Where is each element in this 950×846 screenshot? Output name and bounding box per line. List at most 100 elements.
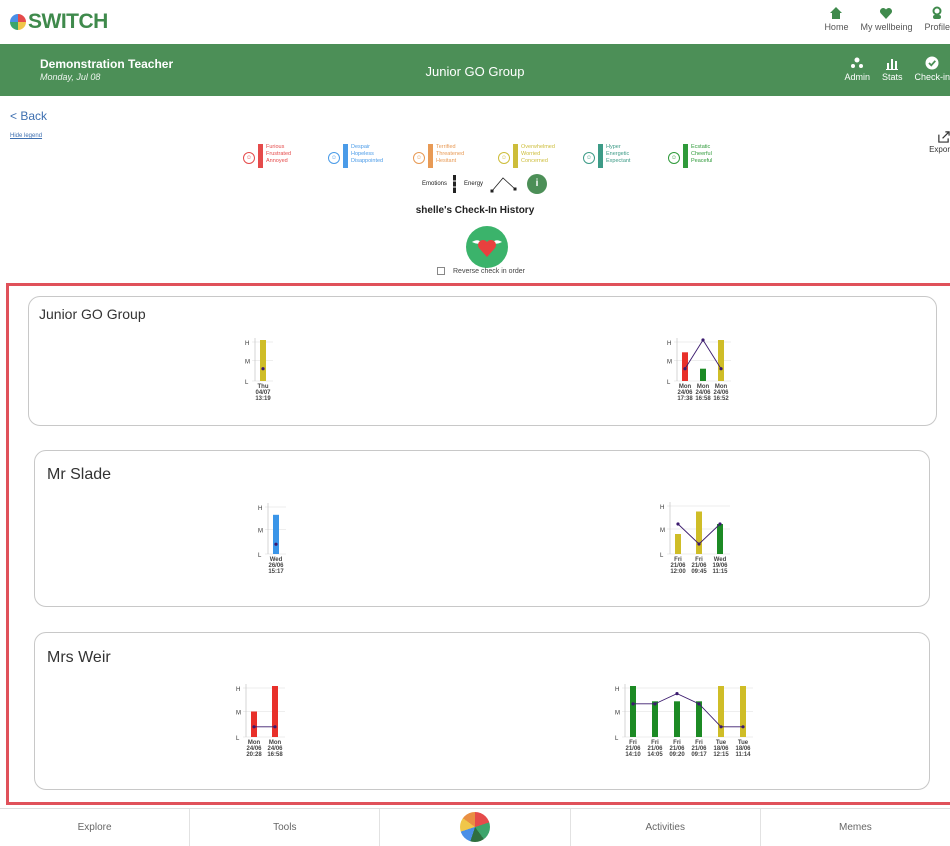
legend-colour-bar [598, 144, 603, 168]
emotion-bar[interactable] [272, 686, 278, 737]
nav-home[interactable]: Home [824, 6, 848, 32]
y-tick-label: H [615, 687, 619, 693]
y-tick-label: L [236, 736, 240, 742]
nav-stats-label: Stats [881, 72, 903, 82]
y-tick-label: M [660, 528, 665, 534]
checkin-timestamp-label: 12:00 [670, 569, 686, 575]
legend-group: ☺ Despair Hopeless Disappointed [328, 144, 413, 168]
key-emotions-label: Emotions [422, 181, 448, 187]
y-tick-label: H [258, 506, 262, 512]
emotion-bar[interactable] [696, 511, 702, 555]
checkin-card-mr-slade: Mr Slade H M L Wed 26/06 15:17 H M L Fri 21/06 12:0… [34, 450, 930, 607]
hide-legend-link[interactable]: Hide legend [10, 133, 42, 139]
nav-home-label: Home [824, 22, 849, 32]
legend-words: Terrified Threatened Hesitant [436, 144, 464, 165]
checkin-timestamp-label: 16:58 [267, 752, 283, 758]
back-link[interactable]: < Back [10, 109, 47, 123]
checkin-timestamp-label: 14:05 [647, 752, 663, 758]
checkin-timestamp-label: 09:17 [691, 752, 707, 758]
reverse-order-label: Reverse check in order [453, 267, 525, 275]
energy-point [719, 367, 723, 371]
reverse-order-option[interactable]: Reverse check in order [437, 267, 525, 275]
legend-word: Annoyed [266, 158, 288, 164]
legend-word: Peaceful [691, 158, 713, 164]
legend-colour-bar [683, 144, 688, 168]
nav-check-in-label: Check-in [914, 72, 950, 82]
emotion-bar[interactable] [273, 514, 279, 554]
energy-line [633, 693, 743, 728]
checkin-chart: HMLMon24/0620:28Mon24/0616:58HMLFri21/06… [236, 684, 753, 758]
export-button[interactable]: Expor [928, 130, 950, 154]
checkin-timestamp-label: 09:20 [669, 752, 685, 758]
emotion-bar[interactable] [740, 686, 746, 737]
bottom-nav: Explore Tools Activities Memes [0, 808, 950, 846]
energy-point [683, 367, 687, 371]
nav-admin-label: Admin [844, 72, 870, 82]
y-tick-label: L [615, 736, 619, 742]
emotion-bar[interactable] [718, 340, 724, 381]
bottom-nav-explore[interactable]: Explore [0, 809, 191, 846]
y-tick-label: L [660, 553, 664, 559]
emotion-bar[interactable] [652, 701, 658, 737]
bottom-nav-memes[interactable]: Memes [761, 809, 950, 846]
legend-word: Disappointed [351, 158, 384, 164]
legend-word: Despair [351, 144, 370, 150]
info-button[interactable]: i [527, 174, 548, 194]
energy-point [273, 725, 277, 729]
checkin-timestamp-label: 20:28 [246, 752, 262, 758]
nav-my-wellbeing[interactable]: My wellbeing [860, 6, 912, 32]
energy-point [741, 725, 745, 729]
legend-colour-bar [513, 144, 518, 168]
energy-point [631, 702, 635, 706]
history-title: shelle's Check-In History [415, 205, 535, 216]
emotion-bar[interactable] [675, 534, 681, 554]
bottom-nav-tools[interactable]: Tools [190, 809, 381, 846]
header-nav: Admin Stats Check-in [832, 56, 950, 82]
nav-admin[interactable]: Admin [844, 56, 870, 82]
legend-word: Cheerful [691, 151, 712, 157]
emotion-bar[interactable] [630, 686, 636, 737]
nav-check-in[interactable]: Check-in [914, 56, 950, 82]
energy-point [697, 542, 701, 546]
emotion-bar[interactable] [717, 524, 723, 554]
y-tick-label: H [667, 341, 671, 347]
emotion-bar[interactable] [674, 701, 680, 737]
stats-icon [886, 59, 899, 70]
emotion-bar[interactable] [251, 711, 257, 738]
legend-group: ☺ Terrified Threatened Hesitant [413, 144, 498, 168]
emotion-bar[interactable] [718, 686, 724, 737]
switch-logo[interactable]: SWITCH [10, 10, 108, 34]
home-icon [830, 7, 843, 19]
emotion-face-icon: ☺ [668, 152, 680, 164]
legend-words: Furious Frustrated Annoyed [266, 144, 291, 165]
legend-group: ☺ Ecstatic Cheerful Peaceful [668, 144, 753, 168]
group-header: Demonstration Teacher Monday, Jul 08 Jun… [0, 44, 950, 96]
top-bar: SWITCH Home My wellbeing Profile [0, 0, 950, 45]
energy-point [719, 725, 723, 729]
checkin-timestamp-label: 13:19 [255, 396, 271, 402]
legend-words: Overwhelmed Worried Concerned [521, 144, 555, 165]
reverse-order-checkbox[interactable] [437, 267, 445, 275]
colour-wheel-icon [460, 812, 490, 842]
emotion-bar[interactable] [682, 352, 688, 381]
legend-words: Hyper Energetic Expectant [606, 144, 630, 165]
energy-point [252, 725, 256, 729]
nav-profile[interactable]: Profile [924, 6, 950, 32]
export-icon [938, 131, 950, 143]
legend-word: Ecstatic [691, 144, 711, 150]
heart-checkin-button[interactable] [466, 226, 508, 268]
heart-icon [880, 7, 893, 19]
checkin-timestamp-label: 14:10 [625, 752, 641, 758]
y-tick-label: H [660, 505, 664, 511]
bottom-nav-home-wheel[interactable] [380, 809, 571, 846]
emotion-face-icon: ☺ [583, 152, 595, 164]
energy-point [261, 367, 265, 371]
legend-word: Concerned [521, 158, 548, 164]
checkin-graph: HMLMon24/0620:28Mon24/0616:58 [236, 684, 285, 758]
emotion-bar[interactable] [260, 340, 266, 381]
nav-stats[interactable]: Stats [881, 56, 903, 82]
emotion-bar[interactable] [700, 368, 706, 381]
top-nav: Home My wellbeing Profile [812, 6, 950, 32]
y-tick-label: M [236, 711, 241, 717]
bottom-nav-activities[interactable]: Activities [571, 809, 761, 846]
